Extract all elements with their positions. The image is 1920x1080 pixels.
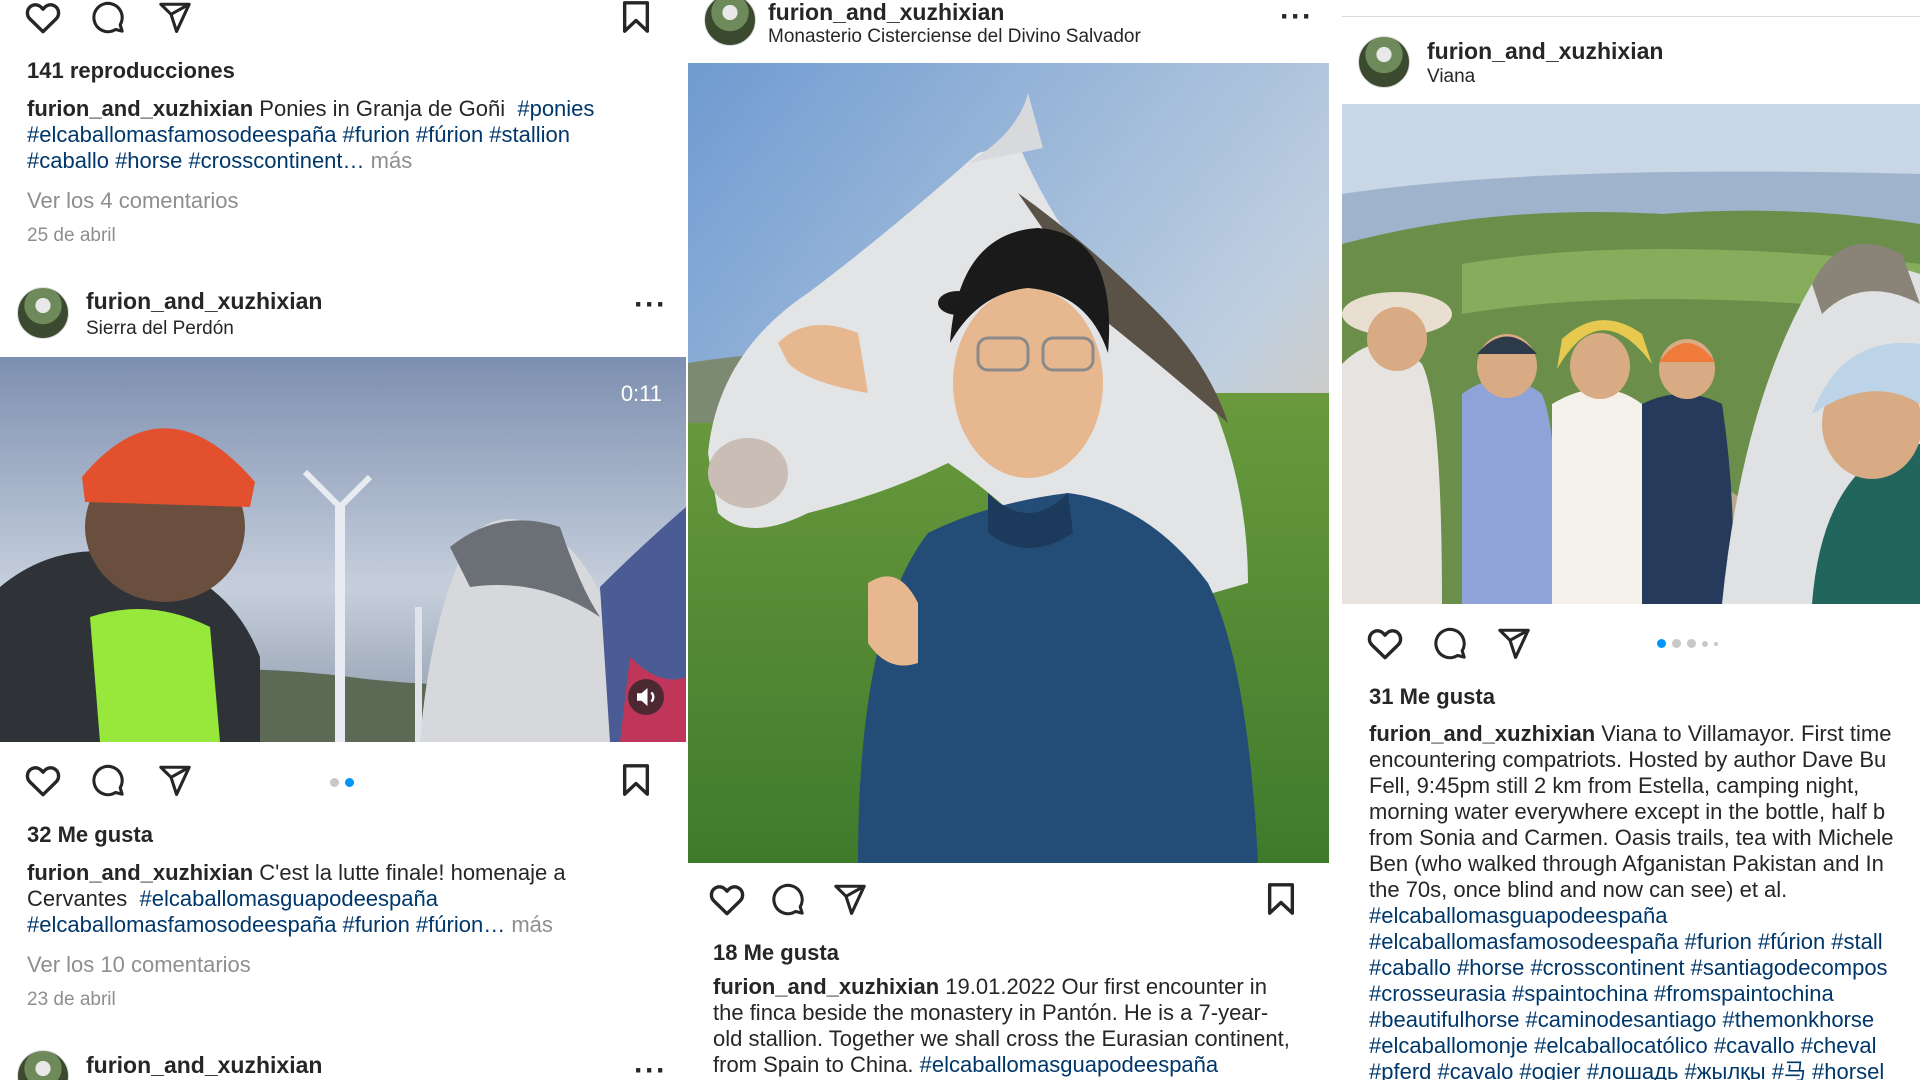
post-username[interactable]: furion_and_xuzhixian	[1427, 38, 1663, 65]
post-date: 23 de abril	[27, 989, 116, 1010]
comment-icon[interactable]	[90, 0, 126, 34]
likes-count[interactable]: 32 Me gusta	[27, 822, 153, 848]
carousel-dot	[1714, 641, 1718, 646]
save-bookmark-icon[interactable]	[620, 0, 652, 34]
avatar[interactable]	[17, 287, 69, 339]
hashtag[interactable]: #elcaballomasguapodeespaña	[140, 886, 438, 911]
video-frame-image	[0, 357, 686, 742]
post-photo[interactable]	[688, 63, 1329, 863]
save-bookmark-icon[interactable]	[1265, 882, 1297, 916]
post-caption: furion_and_xuzhixian C'est la lutte fina…	[27, 860, 677, 938]
post-username[interactable]: furion_and_xuzhixian	[768, 0, 1004, 26]
view-comments-link[interactable]: Ver los 10 comentarios	[27, 952, 251, 978]
post-photo[interactable]	[1342, 104, 1920, 604]
post-location[interactable]: Viana	[1427, 66, 1475, 88]
volume-icon[interactable]	[628, 679, 664, 715]
post-username[interactable]: furion_and_xuzhixian	[86, 1052, 322, 1079]
post-image	[1342, 104, 1920, 604]
hashtag-line[interactable]: #elcaballomasfamosodeespaña #furion #fúr…	[1369, 929, 1920, 955]
likes-count[interactable]: 18 Me gusta	[713, 940, 839, 966]
view-comments-link[interactable]: Ver los 4 comentarios	[27, 188, 239, 214]
post-video[interactable]: 0:11	[0, 357, 686, 742]
caption-username[interactable]: furion_and_xuzhixian	[27, 860, 253, 885]
comment-icon[interactable]	[90, 763, 126, 797]
carousel-indicator	[1657, 639, 1718, 648]
post-caption: furion_and_xuzhixian Ponies in Granja de…	[27, 96, 677, 174]
video-duration: 0:11	[620, 381, 662, 406]
like-heart-icon[interactable]	[1366, 626, 1404, 660]
post-image	[688, 63, 1329, 863]
like-heart-icon[interactable]	[708, 882, 746, 916]
share-send-icon[interactable]	[157, 763, 193, 797]
share-send-icon[interactable]	[1496, 626, 1532, 660]
carousel-dot	[1672, 639, 1681, 648]
comment-icon[interactable]	[770, 882, 806, 916]
caption-text: the finca beside the monastery in Pantón…	[713, 1000, 1269, 1025]
post-caption: furion_and_xuzhixian Viana to Villamayor…	[1369, 721, 1920, 1080]
post-location[interactable]: Sierra del Perdón	[86, 318, 234, 340]
hashtag-line[interactable]: #caballo #horse #crosscontinent…	[27, 148, 365, 173]
hashtag-line[interactable]: #pferd #cavalo #ogier #лошадь #жылқы #马 …	[1369, 1059, 1920, 1080]
more-options-icon[interactable]: ···	[634, 1056, 667, 1080]
hashtag-line[interactable]: #crosseurasia #spaintochina #fromspainto…	[1369, 981, 1920, 1007]
hashtag-line[interactable]: #elcaballomasguapodeespaña	[1369, 903, 1920, 929]
caption-text: Cervantes	[27, 886, 128, 911]
more-options-icon[interactable]: ···	[634, 290, 667, 320]
carousel-dot	[1687, 639, 1696, 648]
hashtag[interactable]: #elcaballomasguapodeespaña	[920, 1052, 1218, 1077]
caption-text: 19.01.2022 Our first encounter in	[945, 974, 1267, 999]
caption-text: the 70s, once blind and now can see) et …	[1369, 877, 1788, 902]
caption-username[interactable]: furion_and_xuzhixian	[27, 96, 253, 121]
hashtag[interactable]: #ponies	[517, 96, 594, 121]
feed-column-middle: furion_and_xuzhixian Monasterio Cisterci…	[688, 0, 1329, 1080]
caption-text: Viana to Villamayor. First time	[1601, 721, 1892, 746]
caption-username[interactable]: furion_and_xuzhixian	[713, 974, 939, 999]
feed-column-left: 141 reproducciones furion_and_xuzhixian …	[0, 0, 686, 1080]
hashtag-line[interactable]: #caballo #horse #crosscontinent #santiag…	[1369, 955, 1920, 981]
comment-icon[interactable]	[1432, 626, 1468, 660]
views-count: 141 reproducciones	[27, 58, 235, 83]
post-date: 25 de abril	[27, 225, 116, 246]
caption-text: morning water everywhere except in the b…	[1369, 799, 1886, 824]
hashtag-line[interactable]: #elcaballomonje #elcaballocatólico #cava…	[1369, 1033, 1920, 1059]
caption-text: Ponies in Granja de Goñi	[259, 96, 506, 121]
post-username[interactable]: furion_and_xuzhixian	[86, 288, 322, 315]
caption-text: from Sonia and Carmen. Oasis trails, tea…	[1369, 825, 1894, 850]
hashtag-line[interactable]: #elcaballomasfamosodeespaña #furion #fúr…	[27, 122, 677, 148]
avatar[interactable]	[1358, 36, 1410, 88]
share-send-icon[interactable]	[157, 0, 193, 34]
divider	[1342, 16, 1920, 17]
caption-username[interactable]: furion_and_xuzhixian	[1369, 721, 1595, 746]
carousel-indicator	[330, 778, 354, 787]
feed-column-right: furion_and_xuzhixian Viana 31 Me gusta f…	[1342, 0, 1920, 1080]
caption-text: from Spain to China.	[713, 1052, 914, 1077]
avatar[interactable]	[704, 0, 756, 46]
hashtag-line[interactable]: #beautifulhorse #caminodesantiago #themo…	[1369, 1007, 1920, 1033]
more-options-icon[interactable]: ···	[1280, 2, 1313, 32]
caption-text: C'est la lutte finale! homenaje a	[259, 860, 566, 885]
more-link[interactable]: más	[371, 148, 413, 173]
carousel-dot-active	[345, 778, 354, 787]
like-heart-icon[interactable]	[24, 0, 62, 34]
likes-count[interactable]: 31 Me gusta	[1369, 684, 1495, 710]
caption-text: Ben (who walked through Afganistan Pakis…	[1369, 851, 1884, 876]
save-bookmark-icon[interactable]	[620, 763, 652, 797]
caption-text: old stallion. Together we shall cross th…	[713, 1026, 1290, 1051]
more-link[interactable]: más	[511, 912, 553, 937]
avatar[interactable]	[17, 1050, 69, 1080]
carousel-dot-active	[1657, 639, 1666, 648]
hashtag-line[interactable]: #elcaballomasfamosodeespaña #furion #fúr…	[27, 912, 505, 937]
like-heart-icon[interactable]	[24, 763, 62, 797]
caption-text: encountering compatriots. Hosted by auth…	[1369, 747, 1887, 772]
caption-text: Fell, 9:45pm still 2 km from Estella, ca…	[1369, 773, 1860, 798]
post-caption: furion_and_xuzhixian 19.01.2022 Our firs…	[713, 974, 1323, 1078]
carousel-dot	[330, 778, 339, 787]
carousel-dot	[1702, 640, 1708, 647]
share-send-icon[interactable]	[832, 882, 868, 916]
post-location[interactable]: Monasterio Cisterciense del Divino Salva…	[768, 26, 1141, 48]
